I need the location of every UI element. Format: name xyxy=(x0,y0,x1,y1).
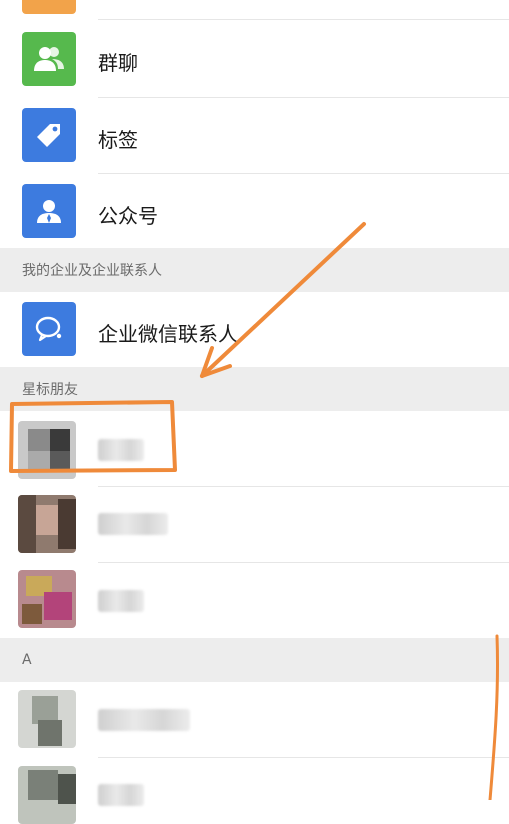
section-header-a: A xyxy=(0,638,509,682)
contact-row[interactable] xyxy=(0,411,509,487)
contact-name-redacted xyxy=(98,784,144,806)
contact-name-redacted xyxy=(98,439,144,461)
menu-item-official-accounts[interactable]: 公众号 xyxy=(0,174,509,248)
contact-name-redacted xyxy=(98,709,190,731)
contact-row[interactable] xyxy=(0,682,509,758)
avatar xyxy=(18,690,76,748)
group-chat-label: 群聊 xyxy=(98,51,138,75)
partial-row-top[interactable] xyxy=(0,0,509,20)
group-chat-icon xyxy=(22,32,76,86)
section-header-enterprise: 我的企业及企业联系人 xyxy=(0,248,509,292)
tags-label: 标签 xyxy=(98,128,138,152)
wecom-icon xyxy=(22,302,76,356)
menu-item-group-chat[interactable]: 群聊 xyxy=(0,20,509,98)
partial-icon xyxy=(22,0,76,14)
menu-item-tags[interactable]: 标签 xyxy=(0,98,509,174)
wecom-contacts-label: 企业微信联系人 xyxy=(98,322,238,346)
section-title: 星标朋友 xyxy=(22,382,78,398)
contact-name-redacted xyxy=(98,590,144,612)
section-header-starred: 星标朋友 xyxy=(0,367,509,411)
avatar xyxy=(18,766,76,824)
contact-row[interactable] xyxy=(0,487,509,563)
contact-name-redacted xyxy=(98,513,168,535)
official-accounts-label: 公众号 xyxy=(98,204,158,228)
tag-icon xyxy=(22,108,76,162)
contact-row[interactable] xyxy=(0,758,509,824)
section-title: 我的企业及企业联系人 xyxy=(22,263,162,279)
contact-row[interactable] xyxy=(0,563,509,638)
official-account-icon xyxy=(22,184,76,238)
avatar xyxy=(18,421,76,479)
section-title: A xyxy=(22,652,32,668)
avatar xyxy=(18,495,76,553)
menu-item-wecom-contacts[interactable]: 企业微信联系人 xyxy=(0,292,509,367)
avatar xyxy=(18,570,76,628)
